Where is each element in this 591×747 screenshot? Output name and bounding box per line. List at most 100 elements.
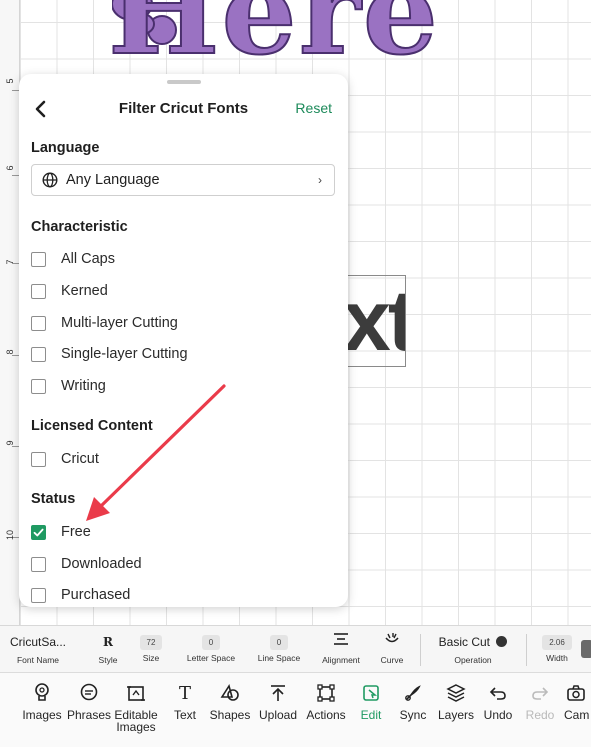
checkbox-box[interactable] (31, 587, 46, 603)
checkbox-free[interactable]: Free (31, 522, 91, 542)
style-label: Style (98, 655, 118, 665)
sync-icon (405, 685, 421, 701)
font-name-value: CricutSa... (9, 635, 66, 649)
checkbox-kerned[interactable]: Kerned (31, 281, 108, 301)
divider (526, 634, 527, 666)
size-control[interactable]: 72 Size (134, 632, 168, 663)
checkbox-cricut[interactable]: Cricut (31, 449, 99, 469)
checkbox-label: Single-layer Cutting (61, 346, 188, 362)
text-properties-bar: CricutSa... Font Name R Style 72 Size 0 … (0, 625, 591, 673)
language-select-value: Any Language (66, 172, 160, 188)
design-text-top[interactable]: Here (107, 0, 440, 82)
checkmark-icon (33, 528, 44, 536)
checkbox-purchased[interactable]: Purchased (31, 585, 130, 605)
checkbox-box[interactable] (31, 378, 46, 394)
checkbox-all-caps[interactable]: All Caps (31, 249, 115, 269)
letter-space-control[interactable]: 0 Letter Space (180, 632, 242, 663)
align-center-icon (314, 632, 368, 652)
checkbox-box[interactable] (31, 556, 46, 572)
ruler-tick-8: 8 (5, 349, 15, 355)
checkbox-box[interactable] (31, 451, 46, 467)
checkbox-label: Kerned (61, 283, 108, 299)
vertical-ruler: 5 6 7 8 9 10 (0, 0, 20, 625)
language-heading: Language (31, 140, 100, 156)
speech-bubble-icon (80, 683, 98, 701)
color-swatch-icon (496, 636, 508, 647)
operation-row: Basic Cut (428, 632, 518, 652)
letter-space-input[interactable]: 0 (201, 635, 221, 650)
language-select[interactable]: Any Language › (31, 164, 335, 196)
reset-button[interactable]: Reset (295, 100, 332, 116)
selected-text-box[interactable]: xt (340, 275, 406, 367)
width-control[interactable]: 2.06 Width (536, 632, 578, 663)
checkbox-label: Free (61, 524, 91, 540)
filter-fonts-panel: Filter Cricut Fonts Reset Language Any L… (19, 74, 348, 607)
characteristic-heading: Characteristic (31, 219, 128, 235)
text-icon: T (178, 682, 191, 704)
curve-control[interactable]: Curve (374, 632, 410, 665)
status-heading: Status (31, 491, 76, 507)
checkbox-box[interactable] (31, 283, 46, 299)
font-name-control[interactable]: CricutSa... Font Name (8, 632, 68, 665)
width-label: Width (546, 653, 568, 663)
ruler-tick-10: 10 (5, 530, 15, 541)
size-input[interactable]: 72 (139, 635, 163, 650)
bottom-toolbar: Images Phrases Editable Images T Text Sh… (0, 673, 591, 747)
line-space-control[interactable]: 0 Line Space (252, 632, 306, 663)
width-input[interactable]: 2.06 (542, 635, 572, 650)
edit-icon (363, 685, 379, 701)
size-label: Size (142, 653, 160, 663)
divider (420, 634, 421, 666)
toolbar-label: Cam (564, 708, 590, 721)
style-control[interactable]: R Style (92, 632, 124, 665)
redo-icon (532, 687, 549, 700)
toolbar-editable-images[interactable]: Editable Images (108, 681, 164, 733)
shapes-icon (220, 684, 239, 701)
undo-icon (489, 687, 506, 700)
curve-icon (374, 632, 410, 652)
checkbox-multi-layer-cutting[interactable]: Multi-layer Cutting (31, 313, 178, 333)
font-name-label: Font Name (16, 655, 60, 665)
operation-label: Operation (454, 655, 492, 665)
lock-icon[interactable] (581, 640, 591, 658)
checkbox-label: Purchased (61, 587, 131, 603)
panel-header: Filter Cricut Fonts Reset (19, 94, 348, 124)
line-space-input[interactable]: 0 (269, 635, 289, 650)
toolbar-label: Editable Images (114, 708, 158, 734)
camera-icon (567, 685, 585, 701)
checkbox-box-checked[interactable] (31, 524, 46, 540)
line-space-label: Line Space (257, 653, 301, 663)
chevron-right-icon: › (318, 173, 322, 187)
editable-image-icon (127, 686, 145, 701)
operation-control[interactable]: Basic Cut Operation (428, 632, 518, 665)
checkbox-label: Writing (61, 378, 106, 394)
checkbox-label: All Caps (61, 251, 115, 267)
licensed-content-heading: Licensed Content (31, 418, 153, 434)
checkbox-label: Multi-layer Cutting (61, 315, 178, 331)
alignment-control[interactable]: Alignment (314, 632, 368, 665)
checkbox-box[interactable] (31, 315, 46, 331)
ruler-tick-6: 6 (5, 165, 15, 171)
checkbox-box[interactable] (31, 251, 46, 267)
operation-value: Basic Cut (438, 635, 490, 649)
checkbox-downloaded[interactable]: Downloaded (31, 554, 142, 574)
layers-icon (446, 684, 466, 702)
actions-icon (317, 684, 335, 702)
checkbox-writing[interactable]: Writing (31, 376, 106, 396)
checkbox-box[interactable] (31, 346, 46, 362)
lightbulb-icon (35, 683, 49, 701)
letter-space-label: Letter Space (186, 653, 236, 663)
ruler-tick-9: 9 (5, 440, 15, 446)
checkbox-label: Cricut (61, 451, 99, 467)
drag-handle[interactable] (167, 80, 201, 84)
upload-icon (271, 685, 285, 701)
design-text-box-content: xt (343, 275, 405, 367)
ruler-tick-7: 7 (5, 259, 15, 265)
ruler-tick-5: 5 (5, 78, 15, 84)
style-value: R (103, 635, 113, 649)
globe-icon (42, 172, 58, 188)
checkbox-single-layer-cutting[interactable]: Single-layer Cutting (31, 344, 188, 364)
alignment-label: Alignment (322, 655, 360, 665)
toolbar-camera[interactable]: Cam (558, 681, 591, 721)
checkbox-label: Downloaded (61, 556, 142, 572)
